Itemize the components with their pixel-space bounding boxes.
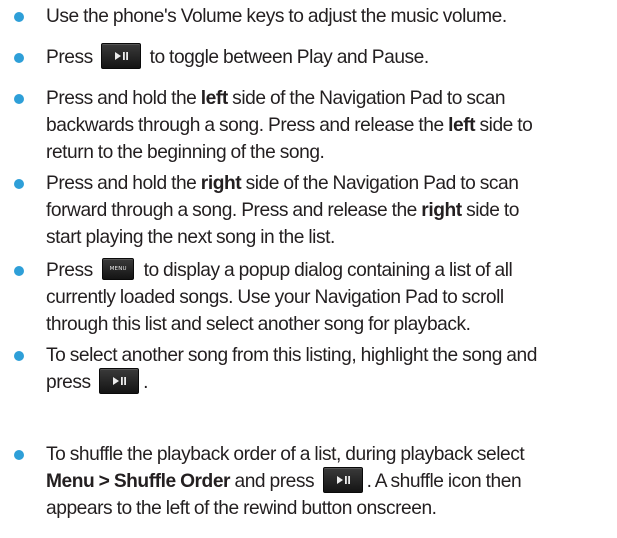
bold-term: left [200,88,228,109]
list-item: Press and hold the left side of the Navi… [14,85,611,166]
bullet-dot [14,53,24,63]
item-text: side of the Navigation Pad to scan [245,173,519,194]
menu-path: Menu > Shuffle Order [46,471,231,492]
bold-term: left [448,115,476,136]
item-text: . [143,372,148,393]
bullet-dot [14,450,24,460]
list-item: Press to toggle between Play and Pause. [14,42,611,71]
list-item: Press MENU to display a popup dialog con… [14,257,611,338]
play-pause-icon [322,466,363,493]
item-text: appears to the left of the rewind button… [46,498,437,519]
bold-term: right [200,173,242,194]
bullet-dot [14,179,24,189]
item-text: Press [46,260,93,281]
item-text: side to [479,115,533,136]
play-pause-icon [99,367,140,394]
bullet-dot [14,12,24,22]
item-text: side of the Navigation Pad to scan [232,88,506,109]
item-text: Press [46,47,93,68]
list-item: Use the phone's Volume keys to adjust th… [14,3,611,30]
item-text: to display a popup dialog containing a l… [143,260,513,281]
item-text: Press and hold the [46,173,197,194]
item-text: To shuffle the playback order of a list,… [46,444,525,465]
menu-key-icon: MENU [102,257,135,280]
item-text: . A shuffle icon then [366,471,522,492]
item-text: forward through a song. Press and releas… [46,200,417,221]
item-text: side to [466,200,519,221]
item-text: backwards through a song. Press and rele… [46,115,444,136]
item-text: Press and hold the [46,88,197,109]
item-text: currently loaded songs. Use your Navigat… [46,287,504,308]
bullet-dot [14,266,24,276]
bullet-dot [14,94,24,104]
item-text: start playing the next song in the list. [46,227,335,248]
list-item: Press and hold the right side of the Nav… [14,170,611,251]
item-text: Use the phone's Volume keys to adjust th… [46,6,507,27]
manual-page: Use the phone's Volume keys to adjust th… [0,0,617,538]
item-text: return to the beginning of the song. [46,142,325,163]
item-text: through this list and select another son… [46,314,471,335]
play-pause-icon [101,42,142,69]
item-text: to toggle between Play and Pause. [149,47,430,68]
list-item: To shuffle the playback order of a list,… [14,441,611,522]
bold-term: right [421,200,462,221]
item-text: press [46,372,91,393]
bullet-dot [14,351,24,361]
item-text: To select another song from this listing… [46,345,537,366]
item-text: and press [234,471,315,492]
list-item: To select another song from this listing… [14,342,611,396]
